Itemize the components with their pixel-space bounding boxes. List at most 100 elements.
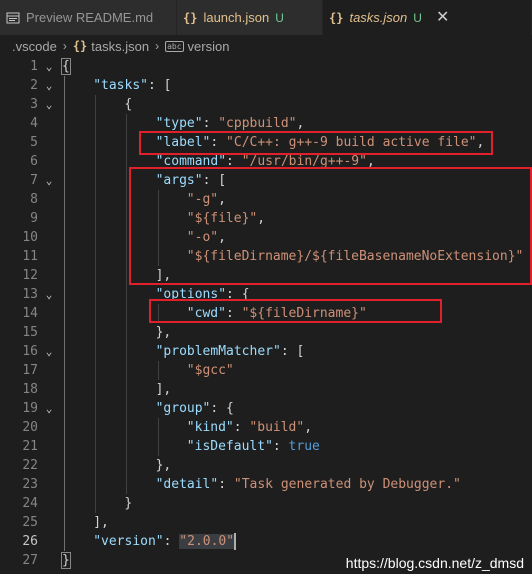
annotation-box-cwd xyxy=(149,299,442,323)
code-content: ], xyxy=(93,513,109,532)
line-number: 19 xyxy=(22,401,38,416)
code-token: : xyxy=(202,116,219,131)
code-token: true xyxy=(288,439,320,454)
chevron-right-icon: › xyxy=(62,39,67,53)
code-token: "kind" xyxy=(186,420,234,435)
line-number: 7 xyxy=(30,173,38,188)
code-editor[interactable]: 1 ⌄{2 ⌄ "tasks": [3 ⌄{4 "type": "cppbuild", 5 "… xyxy=(0,57,532,574)
line-number: 4 xyxy=(30,116,38,131)
indent-guide xyxy=(95,95,97,513)
line-number: 3 xyxy=(30,97,38,112)
code-token: "version" xyxy=(93,534,164,549)
line-number: 27 xyxy=(22,553,38,568)
code-token: { xyxy=(124,97,133,112)
code-token: }, xyxy=(155,458,172,473)
code-line[interactable]: 20 "kind": "build", xyxy=(0,418,532,437)
code-token: "build" xyxy=(249,420,305,435)
code-line[interactable]: 22}, xyxy=(0,456,532,475)
breadcrumb-symbol[interactable]: version xyxy=(188,39,230,54)
close-icon[interactable]: ✕ xyxy=(436,9,449,26)
breadcrumb: .vscode › {} tasks.json › abc version xyxy=(0,35,532,57)
git-untracked-badge: U xyxy=(275,10,284,25)
fold-chevron-icon[interactable]: ⌄ xyxy=(43,285,55,304)
code-content: "isDefault": true xyxy=(187,437,320,456)
code-token: "isDefault" xyxy=(186,439,273,454)
fold-chevron-icon[interactable]: ⌄ xyxy=(43,95,55,114)
code-line[interactable]: 19 ⌄ "group": { xyxy=(0,399,532,418)
line-number: 23 xyxy=(22,477,38,492)
annotation-box-args xyxy=(129,167,532,285)
annotation-box-label xyxy=(139,131,493,155)
code-line[interactable]: 17 "$gcc" xyxy=(0,361,532,380)
fold-chevron-icon[interactable]: ⌄ xyxy=(43,76,55,95)
code-line[interactable]: 16 ⌄ "problemMatcher": [ xyxy=(0,342,532,361)
line-number: 20 xyxy=(22,420,38,435)
breadcrumb-file[interactable]: tasks.json xyxy=(91,39,149,54)
fold-chevron-icon[interactable]: ⌄ xyxy=(43,171,55,190)
code-token: "tasks" xyxy=(93,78,148,93)
line-number: 25 xyxy=(22,515,38,530)
code-token: : xyxy=(163,534,180,549)
code-token: , xyxy=(296,116,305,131)
code-token: "Task generated by Debugger." xyxy=(233,477,461,492)
tab-tasks-json[interactable]: {} tasks.json U ✕ xyxy=(323,0,532,35)
code-token: ], xyxy=(93,515,109,530)
code-line[interactable]: 25], xyxy=(0,513,532,532)
chevron-right-icon: › xyxy=(155,39,160,53)
line-number: 26 xyxy=(22,534,38,549)
line-number: 14 xyxy=(22,306,38,321)
line-number: 6 xyxy=(30,154,38,169)
fold-chevron-icon[interactable]: ⌄ xyxy=(43,342,55,361)
code-content: "$gcc" xyxy=(187,361,234,380)
code-content: ], xyxy=(156,380,172,399)
code-content: "version": "2.0.0" xyxy=(93,532,235,551)
code-line[interactable]: 1 ⌄ { xyxy=(0,57,532,76)
indent-guide xyxy=(64,76,65,551)
line-number: 2 xyxy=(30,78,38,93)
code-line[interactable]: 3 ⌄ { xyxy=(0,95,532,114)
code-content: { xyxy=(124,95,132,114)
preview-icon xyxy=(6,11,20,25)
line-number: 11 xyxy=(22,249,38,264)
fold-chevron-icon[interactable]: ⌄ xyxy=(43,57,55,76)
code-content: "group": { xyxy=(156,399,234,418)
json-icon: {} xyxy=(329,10,344,25)
code-line[interactable]: 21 "isDefault": true xyxy=(0,437,532,456)
line-number: 8 xyxy=(30,192,38,207)
code-line[interactable]: 15}, xyxy=(0,323,532,342)
code-token: : [ xyxy=(280,344,305,359)
line-number: 15 xyxy=(22,325,38,340)
watermark-text: https://blog.csdn.net/z_dmsd xyxy=(345,555,524,571)
code-content: } xyxy=(124,494,132,513)
code-line[interactable]: 23 "detail": "Task generated by Debugger.… xyxy=(0,475,532,494)
line-number: 5 xyxy=(30,135,38,150)
line-number: 21 xyxy=(22,439,38,454)
code-token: : xyxy=(218,477,234,492)
code-content: } xyxy=(61,551,71,570)
code-line[interactable]: 24} xyxy=(0,494,532,513)
json-icon: {} xyxy=(183,10,198,25)
code-token: { xyxy=(61,58,71,75)
code-line[interactable]: 26 "version": "2.0.0" xyxy=(0,532,532,551)
code-line[interactable]: 18], xyxy=(0,380,532,399)
code-line[interactable]: 2 ⌄ "tasks": [ xyxy=(0,76,532,95)
code-content: }, xyxy=(156,456,172,475)
line-number: 16 xyxy=(22,344,38,359)
git-untracked-badge: U xyxy=(413,10,422,25)
tab-label: Preview README.md xyxy=(26,10,154,25)
line-number: 22 xyxy=(22,458,38,473)
code-token: "2.0.0" xyxy=(179,534,235,549)
tab-launch-json[interactable]: {} launch.json U xyxy=(177,0,323,35)
indent-guide xyxy=(126,114,128,494)
tab-label: tasks.json xyxy=(349,10,408,25)
code-token: ], xyxy=(155,382,172,397)
code-token: "problemMatcher" xyxy=(155,344,281,359)
breadcrumb-folder[interactable]: .vscode xyxy=(12,39,57,54)
fold-chevron-icon[interactable]: ⌄ xyxy=(43,399,55,418)
code-content: "tasks": [ xyxy=(93,76,171,95)
code-token: , xyxy=(304,420,313,435)
code-token: "$gcc" xyxy=(186,363,234,378)
tab-preview-readme[interactable]: Preview README.md xyxy=(0,0,177,35)
code-content: "problemMatcher": [ xyxy=(156,342,305,361)
code-token: }, xyxy=(155,325,172,340)
